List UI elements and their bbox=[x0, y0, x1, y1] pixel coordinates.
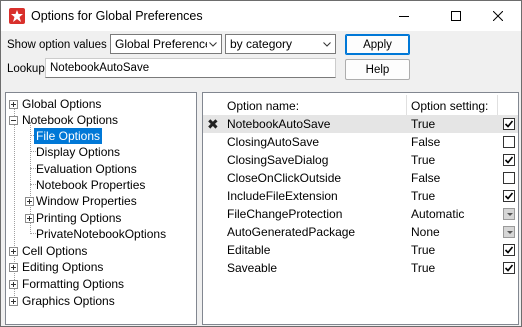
column-divider bbox=[497, 95, 498, 115]
lookup-input-value: NotebookAutoSave bbox=[50, 62, 150, 74]
option-setting[interactable]: True bbox=[411, 243, 435, 257]
option-row[interactable]: ClosingSaveDialog True bbox=[203, 151, 518, 169]
tree-item-label: Cell Options bbox=[22, 244, 88, 258]
option-name: Saveable bbox=[227, 261, 278, 275]
lookup-input[interactable]: NotebookAutoSave bbox=[45, 58, 336, 78]
options-grid: Option name: Option setting: ✖ NotebookAu… bbox=[202, 92, 519, 325]
tree-item-label: Printing Options bbox=[36, 211, 122, 225]
option-row[interactable]: IncludeFileExtension True bbox=[203, 187, 518, 205]
option-name: Editable bbox=[227, 243, 271, 257]
option-setting[interactable]: False bbox=[411, 135, 440, 149]
options-window: Options for Global Preferences Show opti… bbox=[0, 0, 522, 327]
checkmark-icon bbox=[504, 120, 514, 128]
tree-connector bbox=[14, 106, 15, 302]
tree-item-label: Window Properties bbox=[36, 194, 137, 208]
option-row[interactable]: AutoGeneratedPackage None bbox=[203, 223, 518, 241]
option-value-menu[interactable] bbox=[503, 226, 515, 238]
option-setting[interactable]: True bbox=[411, 153, 435, 167]
option-row[interactable]: Editable True bbox=[203, 241, 518, 259]
chevron-down-icon bbox=[319, 35, 335, 53]
option-name: ClosingAutoSave bbox=[227, 135, 320, 149]
close-button[interactable] bbox=[475, 1, 521, 31]
checkmark-icon bbox=[504, 156, 514, 164]
option-name: AutoGeneratedPackage bbox=[227, 225, 356, 239]
option-row[interactable]: CloseOnClickOutside False bbox=[203, 169, 518, 187]
plus-box-icon[interactable] bbox=[9, 280, 18, 289]
option-setting[interactable]: Automatic bbox=[411, 207, 464, 221]
option-checkbox[interactable] bbox=[503, 244, 515, 256]
option-setting[interactable]: True bbox=[411, 261, 435, 275]
tree-item-label: Notebook Properties bbox=[36, 178, 146, 192]
option-checkbox[interactable] bbox=[503, 136, 515, 148]
lookup-label: Lookup: bbox=[7, 63, 48, 75]
view-mode-dropdown-value: by category bbox=[230, 37, 293, 51]
option-checkbox[interactable] bbox=[503, 262, 515, 274]
option-name: CloseOnClickOutside bbox=[227, 171, 342, 185]
tree-item-label: Editing Options bbox=[22, 260, 104, 274]
tree-item-label: Graphics Options bbox=[22, 294, 115, 308]
plus-box-icon[interactable] bbox=[9, 100, 18, 109]
option-checkbox[interactable] bbox=[503, 172, 515, 184]
option-setting[interactable]: True bbox=[411, 189, 435, 203]
option-checkbox[interactable] bbox=[503, 154, 515, 166]
checkmark-icon bbox=[504, 264, 514, 272]
scope-dropdown-value: Global Preferences bbox=[115, 37, 207, 51]
tree-item-label: Notebook Options bbox=[22, 113, 119, 127]
tree-item-label: Evaluation Options bbox=[36, 162, 137, 176]
tree-item-label: Formatting Options bbox=[22, 277, 125, 291]
tree-item-label: Display Options bbox=[36, 145, 121, 159]
option-setting[interactable]: False bbox=[411, 171, 440, 185]
column-divider bbox=[406, 95, 407, 115]
option-name: FileChangeProtection bbox=[227, 207, 343, 221]
show-option-values-label: Show option values bbox=[7, 39, 107, 51]
plus-box-icon[interactable] bbox=[25, 214, 34, 223]
option-row[interactable]: Saveable True bbox=[203, 259, 518, 277]
option-checkbox[interactable] bbox=[503, 118, 515, 130]
minus-box-icon[interactable] bbox=[9, 116, 18, 125]
chevron-down-icon bbox=[205, 35, 221, 53]
view-mode-dropdown[interactable]: by category bbox=[225, 34, 336, 54]
option-setting[interactable]: True bbox=[411, 117, 435, 131]
app-logo-icon bbox=[9, 8, 25, 24]
minimize-icon bbox=[399, 16, 409, 17]
option-row[interactable]: ✖ NotebookAutoSave True bbox=[203, 115, 518, 133]
apply-button[interactable]: Apply bbox=[345, 34, 410, 55]
category-tree[interactable]: Global Options Notebook Options File Opt… bbox=[5, 92, 197, 325]
plus-box-icon[interactable] bbox=[9, 263, 18, 272]
option-row[interactable]: ClosingAutoSave False bbox=[203, 133, 518, 151]
option-name: ClosingSaveDialog bbox=[227, 153, 329, 167]
plus-box-icon[interactable] bbox=[25, 197, 34, 206]
tree-item-label: File Options bbox=[34, 128, 103, 144]
option-checkbox[interactable] bbox=[503, 190, 515, 202]
option-row[interactable]: FileChangeProtection Automatic bbox=[203, 205, 518, 223]
chevron-down-icon bbox=[507, 213, 513, 216]
chevron-down-icon bbox=[507, 231, 513, 234]
close-icon bbox=[493, 11, 503, 21]
tree-item-label: PrivateNotebookOptions bbox=[36, 227, 167, 241]
window-title: Options for Global Preferences bbox=[31, 9, 203, 23]
option-name: IncludeFileExtension bbox=[227, 189, 338, 203]
help-button[interactable]: Help bbox=[345, 59, 410, 80]
column-header-option-name: Option name: bbox=[227, 99, 300, 113]
maximize-button[interactable] bbox=[433, 1, 479, 31]
title-bar: Options for Global Preferences bbox=[1, 1, 521, 31]
minimize-button[interactable] bbox=[381, 1, 427, 31]
plus-box-icon[interactable] bbox=[9, 297, 18, 306]
option-value-menu[interactable] bbox=[503, 208, 515, 220]
option-name: NotebookAutoSave bbox=[227, 117, 331, 131]
checkmark-icon bbox=[504, 246, 514, 254]
reset-marker-icon[interactable]: ✖ bbox=[207, 116, 219, 133]
maximize-icon bbox=[451, 11, 461, 21]
checkmark-icon bbox=[504, 192, 514, 200]
tree-item-label: Global Options bbox=[22, 97, 102, 111]
plus-box-icon[interactable] bbox=[9, 247, 18, 256]
option-setting[interactable]: None bbox=[411, 225, 440, 239]
scope-dropdown[interactable]: Global Preferences bbox=[110, 34, 222, 54]
column-header-option-setting: Option setting: bbox=[411, 99, 489, 113]
